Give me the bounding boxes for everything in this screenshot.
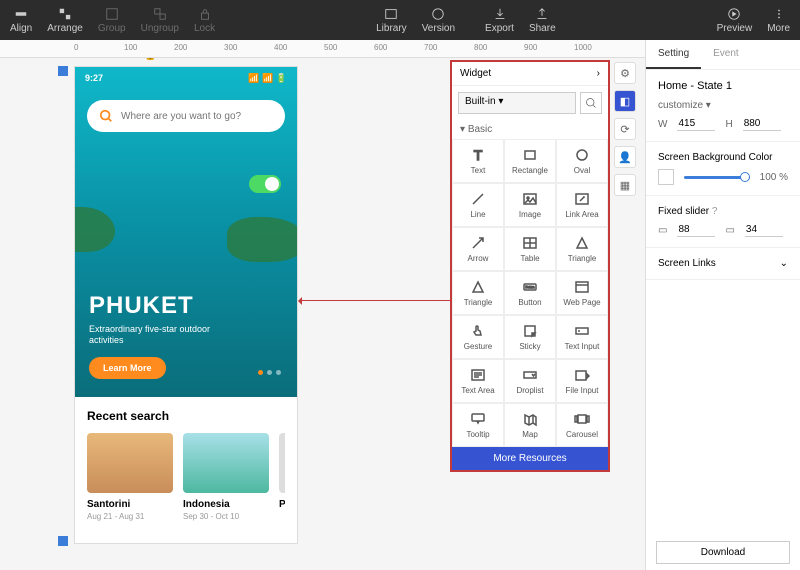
search-field[interactable] bbox=[87, 100, 285, 132]
screen-links-section[interactable]: Screen Links⌄ bbox=[646, 248, 800, 280]
widget-library-select[interactable]: Built-in ▾ bbox=[458, 92, 576, 114]
widget-table[interactable]: Table bbox=[504, 227, 556, 271]
share-button[interactable]: Share bbox=[529, 7, 556, 34]
annotation-arrow bbox=[300, 300, 450, 301]
color-swatch[interactable] bbox=[658, 169, 674, 185]
recent-card[interactable]: Paris bbox=[279, 433, 285, 521]
cube-icon[interactable]: ◧ bbox=[614, 90, 636, 112]
widget-carousel[interactable]: Carousel bbox=[556, 403, 608, 447]
widget-button[interactable]: ButtonButton bbox=[504, 271, 556, 315]
widget-file-input[interactable]: File Input bbox=[556, 359, 608, 403]
chevron-right-icon: › bbox=[597, 68, 600, 79]
svg-text:T: T bbox=[474, 147, 483, 163]
user-icon[interactable]: 👤 bbox=[614, 146, 636, 168]
tab-event[interactable]: Event bbox=[701, 40, 751, 69]
footer-icon: ▭ bbox=[725, 225, 734, 236]
align-button[interactable]: Align bbox=[10, 7, 32, 34]
preview-button[interactable]: Preview bbox=[717, 7, 753, 34]
arrange-button[interactable]: Arrange bbox=[47, 7, 83, 34]
carousel-dots[interactable] bbox=[258, 370, 281, 375]
svg-text:Button: Button bbox=[526, 285, 535, 289]
header-icon: ▭ bbox=[658, 225, 667, 236]
toggle-switch[interactable] bbox=[249, 175, 281, 193]
recent-title: Recent search bbox=[87, 409, 285, 423]
widget-link-area[interactable]: Link Area bbox=[556, 183, 608, 227]
export-button[interactable]: Export bbox=[485, 7, 514, 34]
top-toolbar: Align Arrange Group Ungroup Lock Library… bbox=[0, 0, 800, 40]
widget-header[interactable]: Widget› bbox=[452, 62, 608, 86]
ungroup-button[interactable]: Ungroup bbox=[141, 7, 179, 34]
more-resources-button[interactable]: More Resources bbox=[452, 447, 608, 470]
hero-subtitle: Extraordinary five-star outdoor activiti… bbox=[89, 324, 229, 347]
widget-oval[interactable]: Oval bbox=[556, 139, 608, 183]
widget-image[interactable]: Image bbox=[504, 183, 556, 227]
state-name: Home - State 1 bbox=[658, 80, 788, 92]
recent-cards: SantoriniAug 21 - Aug 31IndonesiaSep 30 … bbox=[87, 433, 285, 521]
status-bar: 9:27 📶 📶 🔋 bbox=[75, 67, 297, 90]
widget-droplist[interactable]: Droplist bbox=[504, 359, 556, 403]
time-label: 9:27 bbox=[85, 73, 103, 84]
learn-more-button[interactable]: Learn More bbox=[89, 357, 166, 379]
chevron-down-icon: ⌄ bbox=[780, 258, 788, 269]
hero-section: 9:27 📶 📶 🔋 PHUKET Extraordinary five-sta… bbox=[75, 67, 297, 397]
widget-rectangle[interactable]: Rectangle bbox=[504, 139, 556, 183]
widget-gesture[interactable]: Gesture bbox=[452, 315, 504, 359]
help-icon[interactable]: ? bbox=[712, 206, 718, 217]
side-toolbar: ⚙ ◧ ⟳ 👤 ▦ bbox=[614, 62, 640, 196]
widget-panel: Widget› Built-in ▾ ▾ Basic TTextRectangl… bbox=[450, 60, 610, 472]
fixed-bottom-input[interactable] bbox=[745, 223, 783, 237]
widget-grid: TTextRectangleOval LineImageLink Area Arro… bbox=[452, 139, 608, 447]
version-button[interactable]: Version bbox=[422, 7, 455, 34]
library-button[interactable]: Library bbox=[376, 7, 407, 34]
widget-web-page[interactable]: Web Page bbox=[556, 271, 608, 315]
hero-title: PHUKET bbox=[89, 292, 229, 320]
bgcolor-label: Screen Background Color bbox=[658, 152, 788, 163]
selection-marker bbox=[58, 536, 68, 546]
width-input[interactable] bbox=[677, 117, 715, 131]
fixed-top-input[interactable] bbox=[677, 223, 715, 237]
tab-setting[interactable]: Setting bbox=[646, 40, 701, 69]
widget-search-button[interactable] bbox=[580, 92, 602, 114]
search-icon bbox=[585, 97, 597, 109]
download-button[interactable]: Download bbox=[656, 541, 790, 564]
widget-arrow[interactable]: Arrow bbox=[452, 227, 504, 271]
widget-sticky[interactable]: Sticky bbox=[504, 315, 556, 359]
widget-text-area[interactable]: Text Area bbox=[452, 359, 504, 403]
widget-tooltip[interactable]: Tooltip bbox=[452, 403, 504, 447]
grid-icon[interactable]: ▦ bbox=[614, 174, 636, 196]
mobile-mockup[interactable]: 9:27 📶 📶 🔋 PHUKET Extraordinary five-sta… bbox=[74, 66, 298, 544]
customize-dropdown[interactable]: customize ▾ bbox=[658, 100, 788, 111]
group-button[interactable]: Group bbox=[98, 7, 126, 34]
widget-triangle[interactable]: Triangle bbox=[556, 227, 608, 271]
opacity-value: 100 % bbox=[760, 172, 788, 183]
height-input[interactable] bbox=[743, 117, 781, 131]
more-button[interactable]: More bbox=[767, 7, 790, 34]
settings-icon[interactable]: ⚙ bbox=[614, 62, 636, 84]
artboard-label[interactable]: Home - State 1 🔒 bbox=[74, 58, 157, 61]
recent-card[interactable]: SantoriniAug 21 - Aug 31 bbox=[87, 433, 173, 521]
selection-marker bbox=[58, 66, 68, 76]
status-icons: 📶 📶 🔋 bbox=[248, 73, 287, 84]
refresh-icon[interactable]: ⟳ bbox=[614, 118, 636, 140]
widget-triangle[interactable]: Triangle bbox=[452, 271, 504, 315]
fixed-slider-label: Fixed slider bbox=[658, 206, 709, 217]
properties-panel: Setting Event Home - State 1 customize ▾… bbox=[645, 40, 800, 570]
search-input[interactable] bbox=[121, 111, 273, 122]
widget-map[interactable]: Map bbox=[504, 403, 556, 447]
search-icon bbox=[99, 109, 113, 123]
recent-search-section: Recent search SantoriniAug 21 - Aug 31In… bbox=[75, 397, 297, 533]
widget-category[interactable]: ▾ Basic bbox=[452, 120, 608, 139]
recent-card[interactable]: IndonesiaSep 30 - Oct 10 bbox=[183, 433, 269, 521]
widget-text[interactable]: TText bbox=[452, 139, 504, 183]
opacity-slider[interactable] bbox=[684, 176, 750, 179]
lock-button[interactable]: Lock bbox=[194, 7, 215, 34]
widget-line[interactable]: Line bbox=[452, 183, 504, 227]
widget-text-input[interactable]: Text Input bbox=[556, 315, 608, 359]
